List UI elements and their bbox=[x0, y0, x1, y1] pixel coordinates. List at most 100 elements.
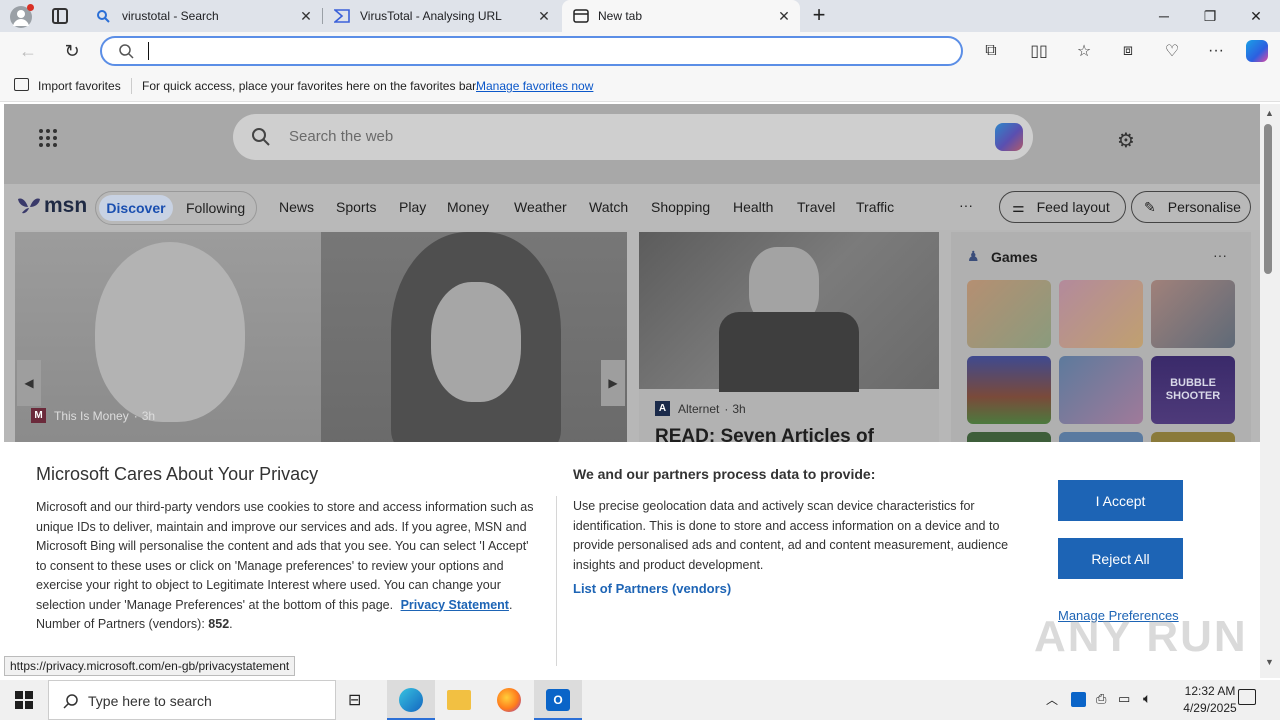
search-icon bbox=[252, 128, 270, 146]
game-tile[interactable] bbox=[1059, 356, 1143, 424]
partners-label: Number of Partners (vendors): bbox=[36, 617, 205, 631]
settings-more-icon[interactable]: ··· bbox=[1202, 38, 1230, 64]
tab-strip: virustotal - Search ✕ VirusTotal - Analy… bbox=[0, 0, 1280, 32]
favorites-bar-divider bbox=[131, 78, 132, 94]
nav-watch[interactable]: Watch bbox=[589, 199, 628, 215]
nav-play[interactable]: Play bbox=[399, 199, 426, 215]
tab-title: New tab bbox=[598, 9, 643, 23]
tray-chevron-icon[interactable]: ︿ bbox=[1046, 691, 1058, 708]
volume-icon[interactable]: 🔈︎ bbox=[1143, 690, 1151, 707]
carousel-prev-icon[interactable]: ◀ bbox=[17, 360, 41, 406]
file-explorer-icon[interactable] bbox=[447, 690, 471, 710]
tab-discover[interactable]: Discover bbox=[99, 195, 173, 221]
scroll-down-icon[interactable]: ▼ bbox=[1265, 657, 1274, 667]
personalise-button[interactable]: ✎ Personalise bbox=[1131, 191, 1251, 223]
tab-following[interactable]: Following bbox=[186, 200, 245, 216]
msn-logo[interactable]: msn bbox=[16, 194, 87, 218]
collections-icon[interactable]: ⧈ bbox=[1114, 38, 1142, 64]
privacy-title: Microsoft Cares About Your Privacy bbox=[36, 464, 319, 484]
taskbar-search-box[interactable]: Type here to search bbox=[48, 680, 336, 720]
address-input[interactable] bbox=[148, 42, 149, 60]
list-of-partners-link[interactable]: List of Partners (vendors) bbox=[573, 581, 731, 596]
minimize-button[interactable]: ─ bbox=[1141, 0, 1187, 32]
apps-grid-icon[interactable] bbox=[38, 128, 58, 148]
reject-all-button[interactable]: Reject All bbox=[1058, 538, 1183, 579]
partners-count: 852 bbox=[208, 617, 230, 631]
game-tile[interactable] bbox=[967, 356, 1051, 424]
import-favorites-icon[interactable] bbox=[14, 78, 29, 91]
firefox-icon[interactable] bbox=[497, 688, 521, 712]
taskbar-search-placeholder: Type here to search bbox=[88, 693, 212, 709]
privacy-period: . bbox=[508, 597, 513, 612]
settings-gear-icon[interactable]: ⚙ bbox=[1117, 128, 1135, 153]
discover-following-toggle: Discover Following bbox=[95, 191, 257, 225]
tray-device-icon[interactable]: ⎙ bbox=[1096, 691, 1106, 707]
start-button[interactable] bbox=[0, 680, 48, 720]
nav-more-icon[interactable]: ··· bbox=[959, 197, 973, 213]
msn-search-box[interactable]: Search the web bbox=[233, 114, 1033, 160]
tab-actions-icon[interactable] bbox=[52, 8, 68, 24]
nav-health[interactable]: Health bbox=[733, 199, 773, 215]
game-tile[interactable] bbox=[1059, 280, 1143, 348]
browser-essentials-icon[interactable]: ♡ bbox=[1158, 38, 1186, 64]
restore-button[interactable]: ❐ bbox=[1187, 0, 1233, 32]
nav-sports[interactable]: Sports bbox=[336, 199, 376, 215]
address-bar[interactable] bbox=[100, 36, 963, 66]
network-icon[interactable]: ▭ bbox=[1118, 691, 1130, 707]
tab-virustotal-analysing[interactable]: VirusTotal - Analysing URL ✕ bbox=[324, 0, 560, 32]
news-card[interactable]: A Alternet · 3h READ: Seven Articles of bbox=[639, 232, 939, 452]
anyrun-watermark: ANY RUN bbox=[1034, 612, 1248, 661]
personalise-icon: ✎ bbox=[1144, 198, 1156, 215]
back-icon[interactable]: ← bbox=[14, 38, 42, 64]
game-tile[interactable]: BUBBLE SHOOTER bbox=[1151, 356, 1235, 424]
tab-virustotal-search[interactable]: virustotal - Search ✕ bbox=[86, 0, 322, 32]
outlook-icon[interactable]: O bbox=[534, 680, 582, 720]
search-icon bbox=[119, 44, 134, 59]
copilot-icon[interactable] bbox=[1246, 40, 1268, 62]
nav-news[interactable]: News bbox=[279, 199, 314, 215]
close-window-button[interactable]: ✕ bbox=[1233, 0, 1279, 32]
nav-money[interactable]: Money bbox=[447, 199, 489, 215]
copilot-icon[interactable] bbox=[995, 123, 1023, 151]
nav-weather[interactable]: Weather bbox=[514, 199, 567, 215]
game-tile[interactable] bbox=[967, 280, 1051, 348]
feed-layout-button[interactable]: ⚌ Feed layout bbox=[999, 191, 1126, 223]
scroll-thumb[interactable] bbox=[1264, 124, 1272, 274]
nav-travel[interactable]: Travel bbox=[797, 199, 835, 215]
split-screen-icon[interactable]: ▯▯ bbox=[1025, 38, 1053, 64]
privacy-right-title: We and our partners process data to prov… bbox=[573, 466, 876, 482]
games-icon: ♟ bbox=[967, 248, 980, 264]
favorites-icon[interactable]: ☆ bbox=[1070, 38, 1098, 64]
games-more-icon[interactable]: ··· bbox=[1213, 247, 1227, 263]
personalise-label: Personalise bbox=[1167, 199, 1241, 215]
extensions-icon[interactable]: ⧉ bbox=[977, 38, 1005, 64]
msn-butterfly-icon bbox=[18, 198, 40, 214]
scroll-up-icon[interactable]: ▲ bbox=[1265, 108, 1274, 118]
profile-icon[interactable] bbox=[10, 4, 34, 28]
nav-traffic[interactable]: Traffic bbox=[856, 199, 894, 215]
notifications-icon[interactable] bbox=[1238, 689, 1256, 705]
game-tile-title: BUBBLE SHOOTER bbox=[1165, 377, 1221, 402]
game-tile[interactable] bbox=[1151, 280, 1235, 348]
task-view-icon[interactable]: ⊟ bbox=[348, 690, 370, 710]
close-tab-icon[interactable]: ✕ bbox=[536, 8, 552, 24]
new-tab-button[interactable]: + bbox=[808, 4, 830, 28]
close-tab-icon[interactable]: ✕ bbox=[298, 8, 314, 24]
refresh-icon[interactable]: ↻ bbox=[58, 38, 86, 64]
import-favorites-button[interactable]: Import favorites bbox=[38, 79, 121, 93]
nav-shopping[interactable]: Shopping bbox=[651, 199, 710, 215]
close-tab-icon[interactable]: ✕ bbox=[776, 8, 792, 24]
privacy-statement-link[interactable]: Privacy Statement bbox=[401, 598, 509, 612]
source-time: 3h bbox=[732, 401, 746, 416]
page-scrollbar[interactable]: ▲ ▼ bbox=[1260, 104, 1280, 678]
sliders-icon: ⚌ bbox=[1012, 198, 1025, 215]
tab-new-tab[interactable]: New tab ✕ bbox=[562, 0, 800, 32]
hero-carousel[interactable]: ◀ ▶ M This Is Money · 3h bbox=[15, 232, 627, 452]
tray-outlook-icon[interactable] bbox=[1071, 692, 1086, 707]
manage-favorites-link[interactable]: Manage favorites now bbox=[476, 79, 593, 93]
edge-taskbar-icon[interactable] bbox=[387, 680, 435, 720]
carousel-next-icon[interactable]: ▶ bbox=[601, 360, 625, 406]
windows-taskbar: Type here to search ⊟ O ︿ ⎙ ▭ 🔈︎ 12:32 A… bbox=[0, 680, 1280, 720]
accept-button[interactable]: I Accept bbox=[1058, 480, 1183, 521]
source-name: Alternet bbox=[678, 401, 720, 416]
